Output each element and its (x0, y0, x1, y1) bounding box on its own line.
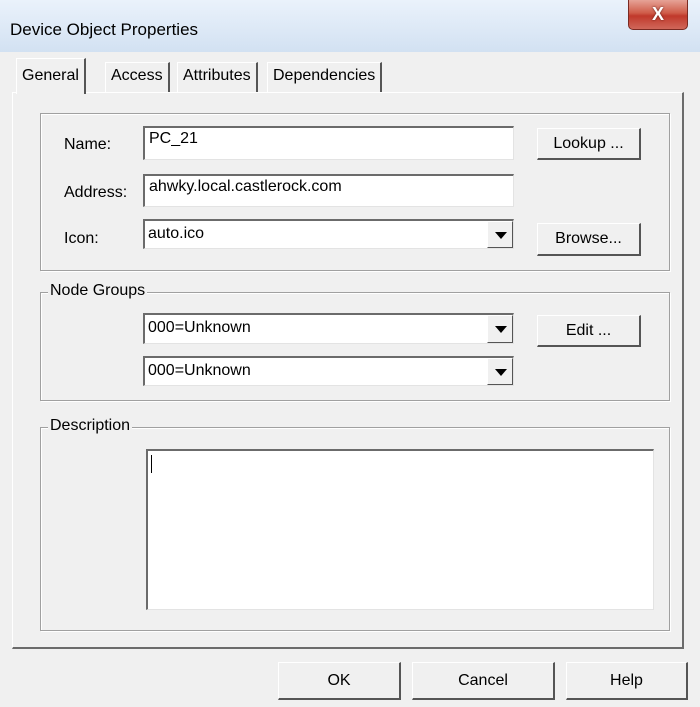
browse-button[interactable]: Browse... (537, 223, 641, 256)
description-legend: Description (48, 417, 133, 435)
edit-button[interactable]: Edit ... (537, 315, 641, 347)
address-field[interactable]: ahwky.local.castlerock.com (143, 174, 514, 207)
node-groups-legend: Node Groups (48, 282, 148, 300)
address-label: Address: (64, 184, 128, 201)
tab-access-label: Access (111, 67, 163, 84)
icon-select-value: auto.ico (148, 225, 205, 242)
node-group-1-select[interactable]: 000=Unknown (143, 313, 514, 344)
chevron-down-icon[interactable] (487, 315, 513, 343)
node-group-2-select[interactable]: 000=Unknown (143, 356, 514, 386)
chevron-down-icon[interactable] (487, 221, 513, 248)
icon-select[interactable]: auto.ico (143, 219, 514, 249)
chevron-down-icon[interactable] (487, 358, 513, 385)
name-label: Name: (64, 136, 112, 153)
lookup-button[interactable]: Lookup ... (537, 128, 641, 160)
tab-attributes[interactable]: Attributes (177, 62, 258, 92)
close-icon: X (651, 4, 664, 24)
tab-general-label: General (22, 67, 79, 84)
close-button[interactable]: X (628, 0, 688, 30)
ok-button[interactable]: OK (278, 662, 401, 700)
title-bar: Device Object Properties X (0, 0, 700, 52)
node-group-1-value: 000=Unknown (148, 319, 251, 336)
tab-dependencies[interactable]: Dependencies (267, 62, 383, 92)
icon-label: Icon: (64, 230, 99, 247)
tab-general[interactable]: General (16, 58, 86, 94)
node-group-2-value: 000=Unknown (148, 362, 251, 379)
cancel-button[interactable]: Cancel (412, 662, 555, 700)
tab-dependencies-label: Dependencies (273, 67, 376, 84)
name-field[interactable]: PC_21 (143, 126, 514, 160)
tab-access[interactable]: Access (105, 62, 170, 92)
tab-attributes-label: Attributes (183, 67, 251, 84)
window-title: Device Object Properties (10, 20, 199, 39)
text-caret (151, 455, 152, 473)
help-button[interactable]: Help (566, 662, 688, 700)
description-textarea[interactable] (146, 449, 654, 610)
